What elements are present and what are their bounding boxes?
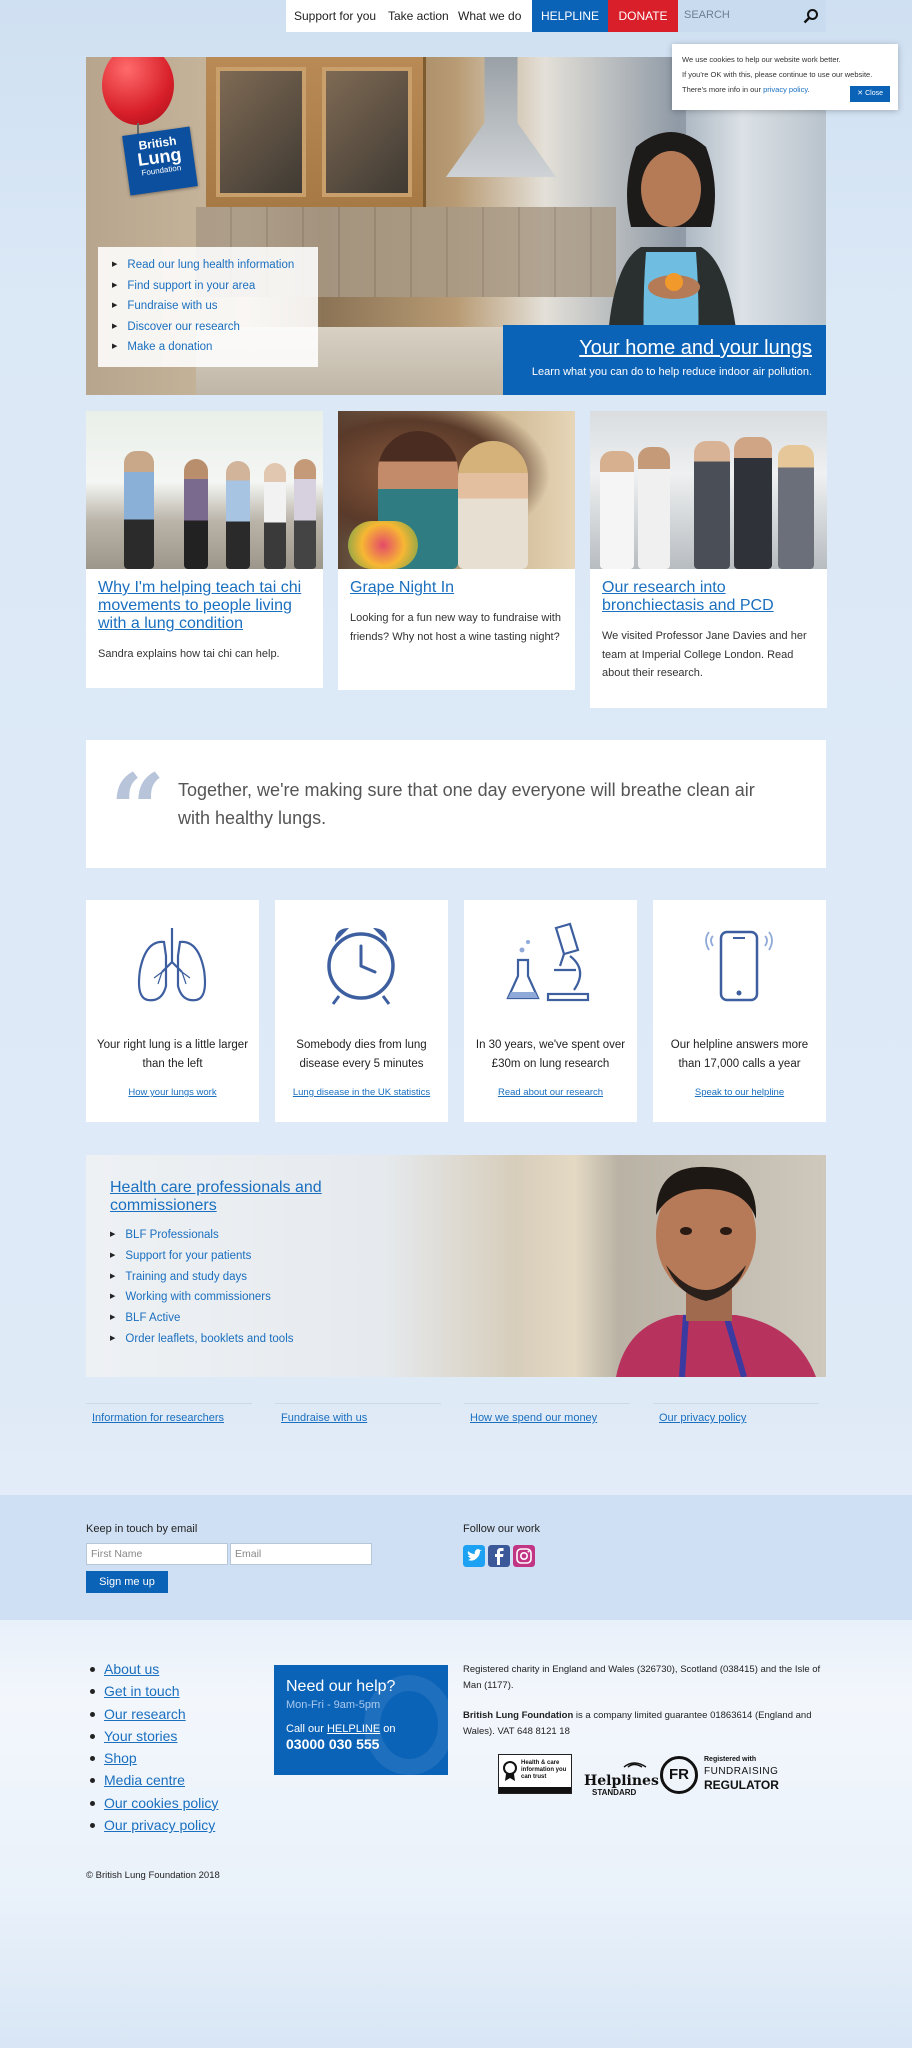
footer-link-privacy[interactable]: Our privacy policy <box>88 1814 218 1836</box>
link-researchers[interactable]: Information for researchers <box>86 1403 252 1433</box>
hero-link-find-support[interactable]: Find support in your area <box>112 276 318 297</box>
top-navigation: Support for you Take action What we do H… <box>0 0 912 32</box>
sign-up-button[interactable]: Sign me up <box>86 1571 168 1593</box>
card-image-tai-chi <box>86 411 323 569</box>
footer-link-about[interactable]: About us <box>88 1658 218 1680</box>
newsletter-label: Keep in touch by email <box>86 1523 198 1535</box>
card-image-research-team <box>590 411 827 569</box>
newsletter-band: Keep in touch by email First Name Email … <box>0 1495 912 1620</box>
mission-quote: “ Together, we're making sure that one d… <box>86 740 826 868</box>
story-card[interactable]: Our research into bronchiectasis and PCD… <box>590 411 827 708</box>
donate-button[interactable]: DONATE <box>608 0 678 32</box>
twitter-icon[interactable] <box>463 1545 485 1567</box>
fact-text: In 30 years, we've spent over £30m on lu… <box>475 1039 626 1070</box>
badge-helplines: Helplines STANDARD <box>584 1756 659 1797</box>
hero-title[interactable]: Your home and your lungs <box>503 335 812 361</box>
healthcare-link[interactable]: BLF Active <box>110 1308 294 1329</box>
facebook-icon[interactable] <box>488 1545 510 1567</box>
healthcare-professional-image <box>616 1166 816 1377</box>
healthcare-link[interactable]: Support for your patients <box>110 1246 294 1267</box>
healthcare-link[interactable]: Order leaflets, booklets and tools <box>110 1329 293 1350</box>
hero-subtitle: Learn what you can do to help reduce ind… <box>531 366 812 378</box>
hero-caption[interactable]: Your home and your lungs Learn what you … <box>503 325 826 395</box>
footer-link-contact[interactable]: Get in touch <box>88 1680 218 1702</box>
instagram-icon[interactable] <box>513 1545 535 1567</box>
balloon-graphic <box>102 57 174 125</box>
nav-take-action[interactable]: Take action <box>388 9 449 23</box>
nav-what-we-do[interactable]: What we do <box>458 9 521 23</box>
helpline-box[interactable]: Need our help? Mon-Fri - 9am-5pm Call ou… <box>274 1665 448 1775</box>
email-input[interactable]: Email <box>230 1543 372 1565</box>
close-icon: ✕ <box>857 90 866 97</box>
card-title[interactable]: Our research into bronchiectasis and PCD <box>602 579 815 615</box>
healthcare-link[interactable]: Working with commissioners <box>110 1287 294 1308</box>
healthcare-title[interactable]: Health care professionals and commission… <box>110 1179 380 1215</box>
quote-icon: “ <box>110 753 166 866</box>
lungs-icon <box>137 928 207 1002</box>
fact-link[interactable]: Read about our research <box>468 1087 633 1098</box>
hero-link-lung-health[interactable]: Read our lung health information <box>112 255 318 276</box>
microscope-icon <box>506 922 590 1002</box>
health-care-professionals-panel: Health care professionals and commission… <box>86 1155 826 1377</box>
hero-image-cabinets <box>206 57 426 207</box>
fact-link[interactable]: Speak to our helpline <box>657 1087 822 1098</box>
footer-link-cookies[interactable]: Our cookies policy <box>88 1792 218 1814</box>
cookie-banner: We use cookies to help our website work … <box>672 44 898 110</box>
badge-info-standard: Health & care information you can trust <box>498 1754 572 1794</box>
link-privacy-policy[interactable]: Our privacy policy <box>653 1403 819 1433</box>
hero-link-fundraise[interactable]: Fundraise with us <box>112 296 318 317</box>
healthcare-link[interactable]: BLF Professionals <box>110 1225 294 1246</box>
link-spend-money[interactable]: How we spend our money <box>464 1403 630 1433</box>
healthcare-links: BLF Professionals Support for your patie… <box>110 1225 294 1350</box>
footer-links: About us Get in touch Our research Your … <box>88 1658 218 1836</box>
search-icon[interactable] <box>802 7 820 25</box>
hero-link-research[interactable]: Discover our research <box>112 317 318 338</box>
footer-link-shop[interactable]: Shop <box>88 1747 218 1769</box>
card-image-wine <box>338 411 575 569</box>
copyright: © British Lung Foundation 2018 <box>86 1870 220 1881</box>
fact-card: Somebody dies from lung disease every 5 … <box>275 900 448 1122</box>
card-description: We visited Professor Jane Davies and her… <box>602 630 807 679</box>
fact-card: Your right lung is a little larger than … <box>86 900 259 1122</box>
link-fundraise[interactable]: Fundraise with us <box>275 1403 441 1433</box>
search-input[interactable]: SEARCH <box>684 9 730 21</box>
phone-icon <box>705 930 773 1002</box>
fact-link[interactable]: Lung disease in the UK statistics <box>279 1087 444 1098</box>
footer-link-research[interactable]: Our research <box>88 1703 218 1725</box>
footer-link-stories[interactable]: Your stories <box>88 1725 218 1747</box>
story-card[interactable]: Grape Night In Looking for a fun new way… <box>338 411 575 690</box>
follow-label: Follow our work <box>463 1523 541 1535</box>
hero-image-hood <box>446 57 556 177</box>
hero-quick-links: Read our lung health information Find su… <box>98 247 318 367</box>
search-box[interactable]: SEARCH <box>678 0 826 32</box>
clock-icon <box>327 928 395 1005</box>
legal-text: Registered charity in England and Wales … <box>463 1664 821 1737</box>
fact-link[interactable]: How your lungs work <box>90 1087 255 1098</box>
card-title[interactable]: Grape Night In <box>350 579 563 597</box>
cookie-close-button[interactable]: ✕ Close <box>850 86 890 102</box>
helplines-signal-icon <box>623 1762 647 1768</box>
first-name-input[interactable]: First Name <box>86 1543 228 1565</box>
fact-card: In 30 years, we've spent over £30m on lu… <box>464 900 637 1122</box>
british-lung-foundation-logo[interactable]: British Lung Foundation <box>122 126 198 196</box>
quote-text: Together, we're making sure that one day… <box>178 780 755 828</box>
card-description: Looking for a fun new way to fundraise w… <box>350 612 561 643</box>
card-title[interactable]: Why I'm helping teach tai chi movements … <box>98 579 311 633</box>
privacy-policy-link[interactable]: privacy policy <box>763 85 807 94</box>
fact-text: Somebody dies from lung disease every 5 … <box>296 1039 427 1070</box>
hero-link-donation[interactable]: Make a donation <box>112 337 318 358</box>
fact-text: Your right lung is a little larger than … <box>96 1039 249 1070</box>
fact-card: Our helpline answers more than 17,000 ca… <box>653 900 826 1122</box>
healthcare-link[interactable]: Training and study days <box>110 1267 294 1288</box>
fact-text: Our helpline answers more than 17,000 ca… <box>670 1039 809 1070</box>
fundraising-regulator-logo: FR <box>660 1756 698 1794</box>
helpline-button[interactable]: HELPLINE <box>532 0 608 32</box>
info-standard-icon <box>503 1761 517 1781</box>
nav-support-for-you[interactable]: Support for you <box>294 9 376 23</box>
card-description: Sandra explains how tai chi can help. <box>98 648 280 660</box>
story-card[interactable]: Why I'm helping teach tai chi movements … <box>86 411 323 688</box>
footer-link-media[interactable]: Media centre <box>88 1769 218 1791</box>
